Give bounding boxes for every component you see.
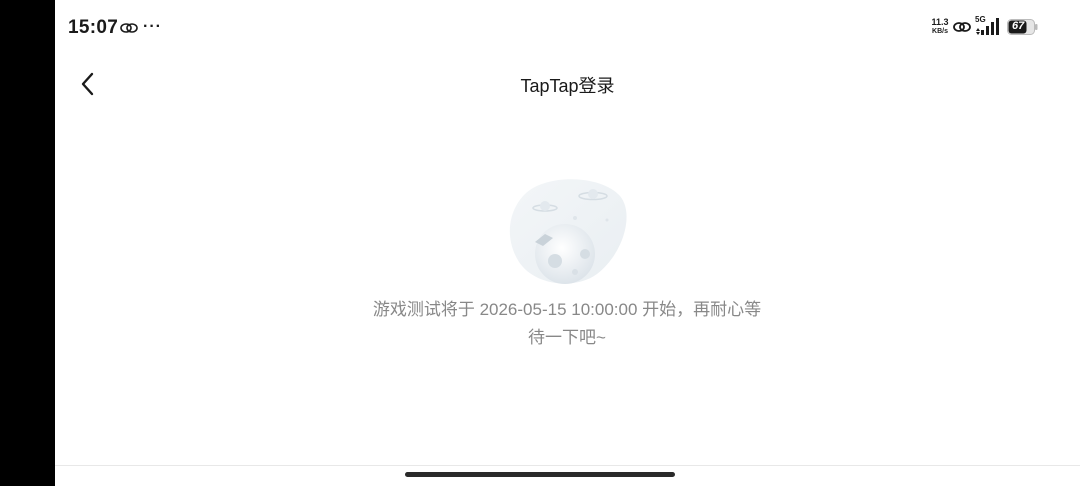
status-time: 15:07 [68, 17, 119, 38]
app-screen: 15:07 ··· 11.3 KB/s 5G 67 TapTap登录 游戏测试将… [55, 0, 1080, 486]
link-icon [120, 23, 138, 33]
planet-icon [505, 174, 630, 289]
network-type: 5G [975, 15, 986, 24]
more-icon: ··· [143, 18, 162, 35]
battery-level: 67 [1012, 20, 1025, 32]
bottom-divider [55, 465, 1080, 466]
status-bar: 15:07 ··· 11.3 KB/s 5G 67 [55, 0, 1080, 56]
network-speed-value: 11.3 [931, 17, 949, 27]
nav-header: TapTap登录 [55, 58, 1080, 112]
battery-icon: 67 [1007, 19, 1038, 35]
empty-state-message: 游戏测试将于 2026-05-15 10:00:00 开始，再耐心等待一下吧~ [372, 300, 762, 347]
page-title: TapTap登录 [520, 76, 615, 96]
home-indicator[interactable] [405, 472, 675, 477]
signal-icon: 5G [975, 15, 1001, 37]
network-speed: 11.3 KB/s [928, 17, 952, 37]
left-edge-bar [0, 0, 55, 486]
network-speed-unit: KB/s [932, 28, 948, 35]
link-icon [953, 22, 971, 32]
